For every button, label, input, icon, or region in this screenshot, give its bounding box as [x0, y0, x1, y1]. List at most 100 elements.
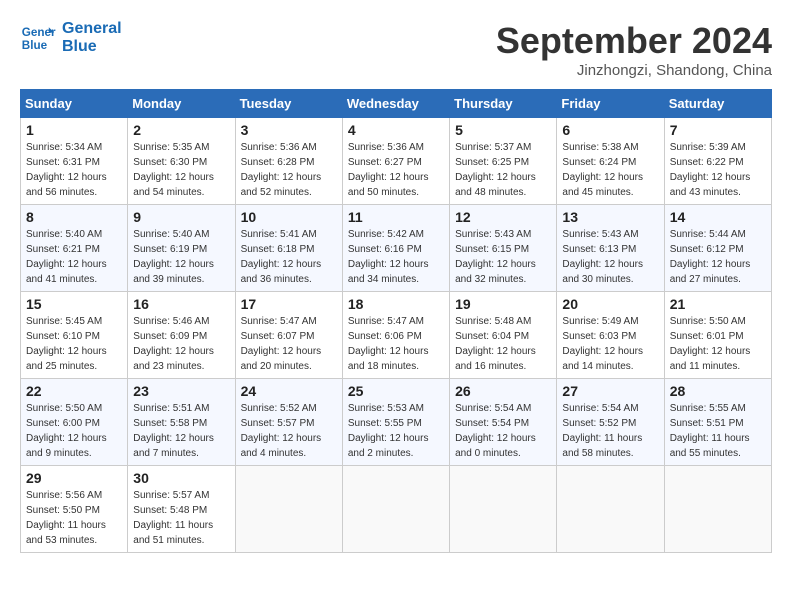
day-info: Sunrise: 5:42 AM Sunset: 6:16 PM Dayligh… [348, 227, 444, 287]
day-info: Sunrise: 5:34 AM Sunset: 6:31 PM Dayligh… [26, 140, 122, 200]
day-info: Sunrise: 5:51 AM Sunset: 5:58 PM Dayligh… [133, 401, 229, 461]
day-info: Sunrise: 5:53 AM Sunset: 5:55 PM Dayligh… [348, 401, 444, 461]
col-header-thursday: Thursday [450, 90, 557, 118]
day-cell: 18 Sunrise: 5:47 AM Sunset: 6:06 PM Dayli… [342, 292, 449, 379]
day-info: Sunrise: 5:43 AM Sunset: 6:13 PM Dayligh… [562, 227, 658, 287]
day-number: 8 [26, 209, 122, 225]
day-number: 13 [562, 209, 658, 225]
col-header-monday: Monday [128, 90, 235, 118]
day-info: Sunrise: 5:47 AM Sunset: 6:06 PM Dayligh… [348, 314, 444, 374]
day-cell: 12 Sunrise: 5:43 AM Sunset: 6:15 PM Dayli… [450, 205, 557, 292]
week-row-1: 1 Sunrise: 5:34 AM Sunset: 6:31 PM Daylig… [21, 118, 772, 205]
svg-text:General: General [22, 26, 56, 39]
day-cell: 21Sunrise: 5:50 AM Sunset: 6:01 PM Dayli… [664, 292, 771, 379]
day-number: 29 [26, 470, 122, 486]
day-number: 15 [26, 296, 122, 312]
day-info: Sunrise: 5:41 AM Sunset: 6:18 PM Dayligh… [241, 227, 337, 287]
calendar-table: SundayMondayTuesdayWednesdayThursdayFrid… [20, 89, 772, 553]
day-number: 1 [26, 122, 122, 138]
day-cell: 9 Sunrise: 5:40 AM Sunset: 6:19 PM Daylig… [128, 205, 235, 292]
day-cell: 23 Sunrise: 5:51 AM Sunset: 5:58 PM Dayli… [128, 379, 235, 466]
day-number: 27 [562, 383, 658, 399]
day-info: Sunrise: 5:47 AM Sunset: 6:07 PM Dayligh… [241, 314, 337, 374]
day-info: Sunrise: 5:45 AM Sunset: 6:10 PM Dayligh… [26, 314, 122, 374]
day-cell [342, 466, 449, 553]
day-number: 14 [670, 209, 766, 225]
day-cell [557, 466, 664, 553]
day-cell: 6 Sunrise: 5:38 AM Sunset: 6:24 PM Daylig… [557, 118, 664, 205]
day-cell: 16 Sunrise: 5:46 AM Sunset: 6:09 PM Dayli… [128, 292, 235, 379]
logo-text: GeneralBlue [62, 20, 122, 55]
day-cell: 13 Sunrise: 5:43 AM Sunset: 6:13 PM Dayli… [557, 205, 664, 292]
day-info: Sunrise: 5:40 AM Sunset: 6:21 PM Dayligh… [26, 227, 122, 287]
day-cell: 3 Sunrise: 5:36 AM Sunset: 6:28 PM Daylig… [235, 118, 342, 205]
day-cell: 7Sunrise: 5:39 AM Sunset: 6:22 PM Daylig… [664, 118, 771, 205]
day-info: Sunrise: 5:46 AM Sunset: 6:09 PM Dayligh… [133, 314, 229, 374]
day-info: Sunrise: 5:38 AM Sunset: 6:24 PM Dayligh… [562, 140, 658, 200]
day-number: 5 [455, 122, 551, 138]
month-title: September 2024 [496, 20, 772, 62]
week-row-2: 8 Sunrise: 5:40 AM Sunset: 6:21 PM Daylig… [21, 205, 772, 292]
col-header-wednesday: Wednesday [342, 90, 449, 118]
col-header-tuesday: Tuesday [235, 90, 342, 118]
location-subtitle: Jinzhongzi, Shandong, China [496, 62, 772, 79]
day-info: Sunrise: 5:49 AM Sunset: 6:03 PM Dayligh… [562, 314, 658, 374]
day-number: 26 [455, 383, 551, 399]
day-number: 3 [241, 122, 337, 138]
day-cell: 28Sunrise: 5:55 AM Sunset: 5:51 PM Dayli… [664, 379, 771, 466]
day-number: 2 [133, 122, 229, 138]
day-number: 10 [241, 209, 337, 225]
day-number: 12 [455, 209, 551, 225]
title-block: September 2024 Jinzhongzi, Shandong, Chi… [496, 20, 772, 79]
svg-text:Blue: Blue [22, 39, 48, 52]
day-cell: 15 Sunrise: 5:45 AM Sunset: 6:10 PM Dayli… [21, 292, 128, 379]
day-info: Sunrise: 5:43 AM Sunset: 6:15 PM Dayligh… [455, 227, 551, 287]
page-header: General Blue GeneralBlue September 2024 … [20, 20, 772, 79]
logo: General Blue GeneralBlue [20, 20, 122, 56]
logo-icon: General Blue [20, 20, 56, 56]
day-cell: 26 Sunrise: 5:54 AM Sunset: 5:54 PM Dayli… [450, 379, 557, 466]
week-row-5: 29Sunrise: 5:56 AM Sunset: 5:50 PM Dayli… [21, 466, 772, 553]
day-cell [664, 466, 771, 553]
day-cell: 2Sunrise: 5:35 AM Sunset: 6:30 PM Daylig… [128, 118, 235, 205]
day-cell: 8 Sunrise: 5:40 AM Sunset: 6:21 PM Daylig… [21, 205, 128, 292]
day-cell: 30Sunrise: 5:57 AM Sunset: 5:48 PM Dayli… [128, 466, 235, 553]
day-number: 21 [670, 296, 766, 312]
day-cell: 22 Sunrise: 5:50 AM Sunset: 6:00 PM Dayli… [21, 379, 128, 466]
day-cell: 27Sunrise: 5:54 AM Sunset: 5:52 PM Dayli… [557, 379, 664, 466]
day-number: 19 [455, 296, 551, 312]
day-number: 22 [26, 383, 122, 399]
day-cell [235, 466, 342, 553]
day-cell: 10 Sunrise: 5:41 AM Sunset: 6:18 PM Dayli… [235, 205, 342, 292]
day-info: Sunrise: 5:50 AM Sunset: 6:00 PM Dayligh… [26, 401, 122, 461]
day-number: 20 [562, 296, 658, 312]
day-number: 18 [348, 296, 444, 312]
day-info: Sunrise: 5:52 AM Sunset: 5:57 PM Dayligh… [241, 401, 337, 461]
day-info: Sunrise: 5:40 AM Sunset: 6:19 PM Dayligh… [133, 227, 229, 287]
day-number: 11 [348, 209, 444, 225]
day-number: 6 [562, 122, 658, 138]
col-header-friday: Friday [557, 90, 664, 118]
day-info: Sunrise: 5:54 AM Sunset: 5:54 PM Dayligh… [455, 401, 551, 461]
col-header-saturday: Saturday [664, 90, 771, 118]
day-number: 9 [133, 209, 229, 225]
day-cell: 5Sunrise: 5:37 AM Sunset: 6:25 PM Daylig… [450, 118, 557, 205]
day-info: Sunrise: 5:57 AM Sunset: 5:48 PM Dayligh… [133, 488, 229, 548]
col-header-sunday: Sunday [21, 90, 128, 118]
day-info: Sunrise: 5:48 AM Sunset: 6:04 PM Dayligh… [455, 314, 551, 374]
day-cell: 4 Sunrise: 5:36 AM Sunset: 6:27 PM Daylig… [342, 118, 449, 205]
day-number: 25 [348, 383, 444, 399]
day-info: Sunrise: 5:36 AM Sunset: 6:28 PM Dayligh… [241, 140, 337, 200]
day-number: 16 [133, 296, 229, 312]
day-cell: 17Sunrise: 5:47 AM Sunset: 6:07 PM Dayli… [235, 292, 342, 379]
day-info: Sunrise: 5:36 AM Sunset: 6:27 PM Dayligh… [348, 140, 444, 200]
day-cell: 24 Sunrise: 5:52 AM Sunset: 5:57 PM Dayli… [235, 379, 342, 466]
day-number: 7 [670, 122, 766, 138]
day-cell: 11 Sunrise: 5:42 AM Sunset: 6:16 PM Dayli… [342, 205, 449, 292]
day-number: 24 [241, 383, 337, 399]
day-number: 23 [133, 383, 229, 399]
day-cell [450, 466, 557, 553]
week-row-4: 22 Sunrise: 5:50 AM Sunset: 6:00 PM Dayli… [21, 379, 772, 466]
day-cell: 29Sunrise: 5:56 AM Sunset: 5:50 PM Dayli… [21, 466, 128, 553]
day-number: 4 [348, 122, 444, 138]
